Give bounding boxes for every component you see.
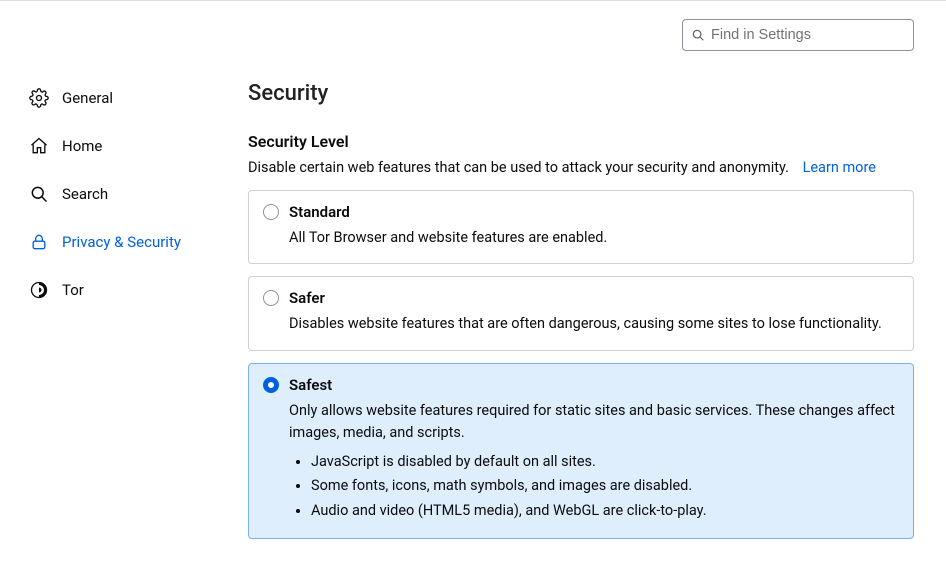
search-icon <box>28 183 50 205</box>
option-bullet: Audio and video (HTML5 media), and WebGL… <box>311 500 899 522</box>
security-option-safer[interactable]: Safer Disables website features that are… <box>248 276 914 350</box>
section-desc: Disable certain web features that can be… <box>248 159 914 176</box>
radio-standard[interactable] <box>263 204 279 220</box>
option-desc: All Tor Browser and website features are… <box>263 227 899 249</box>
section-title: Security Level <box>248 132 914 151</box>
option-bullet: Some fonts, icons, math symbols, and ima… <box>311 475 899 497</box>
sidebar-item-label: Search <box>62 185 108 203</box>
learn-more-link[interactable]: Learn more <box>803 159 876 176</box>
radio-safer[interactable] <box>263 290 279 306</box>
sidebar-item-general[interactable]: General <box>22 79 218 117</box>
search-icon <box>691 28 705 42</box>
sidebar-item-search[interactable]: Search <box>22 175 218 213</box>
sidebar-item-privacy-security[interactable]: Privacy & Security <box>22 223 218 261</box>
option-name: Standard <box>289 203 350 221</box>
sidebar-item-label: Tor <box>62 281 84 299</box>
option-desc: Only allows website features required fo… <box>289 400 899 445</box>
option-bullet: JavaScript is disabled by default on all… <box>311 451 899 473</box>
gear-icon <box>28 87 50 109</box>
security-option-standard[interactable]: Standard All Tor Browser and website fea… <box>248 190 914 264</box>
option-name: Safer <box>289 289 325 307</box>
radio-safest[interactable] <box>263 377 279 393</box>
search-input[interactable] <box>711 27 905 43</box>
sidebar-item-tor[interactable]: Tor <box>22 271 218 309</box>
lock-icon <box>28 231 50 253</box>
option-bullet-list: JavaScript is disabled by default on all… <box>289 451 899 522</box>
main-content: Security Security Level Disable certain … <box>218 1 946 587</box>
sidebar-item-label: General <box>62 89 113 107</box>
section-desc-text: Disable certain web features that can be… <box>248 159 789 176</box>
tor-icon <box>28 279 50 301</box>
page-title: Security <box>248 81 914 106</box>
option-desc: Disables website features that are often… <box>263 313 899 335</box>
search-box[interactable] <box>682 19 914 51</box>
home-icon <box>28 135 50 157</box>
sidebar-item-home[interactable]: Home <box>22 127 218 165</box>
security-option-safest[interactable]: Safest Only allows website features requ… <box>248 363 914 539</box>
sidebar-item-label: Privacy & Security <box>62 233 181 251</box>
sidebar-item-label: Home <box>62 137 102 155</box>
sidebar: General Home Search <box>0 1 218 587</box>
option-name: Safest <box>289 376 332 394</box>
